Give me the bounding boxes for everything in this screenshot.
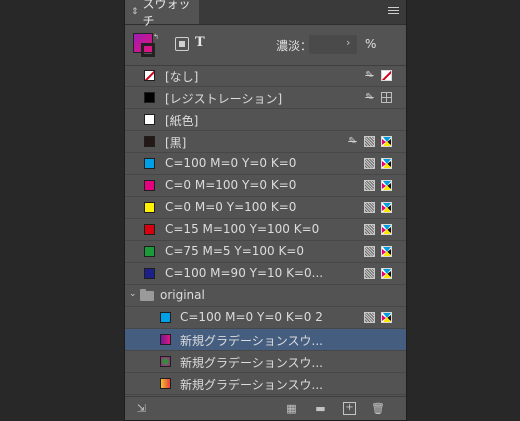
process-icon bbox=[364, 246, 375, 257]
swatch-label: [黒] bbox=[165, 136, 187, 150]
swatch-icons bbox=[364, 246, 392, 257]
process-icon bbox=[364, 312, 375, 323]
swatch-view-icon[interactable]: ▦ bbox=[285, 402, 298, 415]
swatch-list: [なし] ✎ [レジストレーション] ✎ [紙色] [黒] ✎ C=100 M=0 Y=0 K… bbox=[125, 65, 406, 395]
swatch-icons bbox=[364, 158, 392, 169]
swatch-label: [なし] bbox=[165, 70, 199, 84]
group-disclosure-icon[interactable]: ⌄ bbox=[129, 289, 137, 299]
swatch-chip bbox=[144, 158, 155, 169]
swatch-row[interactable]: 新規グラデーションスウ... bbox=[125, 329, 406, 351]
swatch-row[interactable]: C=100 M=0 Y=0 K=0 2 bbox=[125, 307, 406, 329]
new-color-group-icon[interactable]: ▬ bbox=[314, 402, 327, 415]
noedit-icon: ✎ bbox=[365, 92, 374, 103]
swatch-row[interactable]: [黒] ✎ bbox=[125, 131, 406, 153]
swatch-label: C=100 M=90 Y=10 K=0... bbox=[165, 266, 324, 280]
swatch-icons bbox=[364, 268, 392, 279]
cmyk-icon bbox=[381, 224, 392, 235]
formatting-container-button[interactable] bbox=[175, 37, 189, 51]
process-icon bbox=[364, 136, 375, 147]
swatch-label: C=75 M=5 Y=100 K=0 bbox=[165, 244, 305, 258]
swatch-row[interactable]: 新規グラデーションスウ... bbox=[125, 373, 406, 395]
swatch-chip bbox=[144, 268, 155, 279]
collapse-chevron-icon[interactable]: ⇕ bbox=[131, 7, 139, 17]
swatch-label: 新規グラデーションスウ... bbox=[180, 356, 323, 370]
panel-menu-icon[interactable] bbox=[388, 7, 399, 17]
registration-mode-icon bbox=[381, 92, 392, 103]
tint-label: 濃淡： bbox=[276, 39, 313, 53]
process-icon bbox=[364, 180, 375, 191]
swatch-chip bbox=[144, 92, 155, 103]
swatch-row[interactable]: C=0 M=100 Y=0 K=0 bbox=[125, 175, 406, 197]
formatting-text-button[interactable]: T bbox=[195, 35, 205, 50]
swatch-label: [レジストレーション] bbox=[165, 92, 283, 106]
swatch-row[interactable]: [なし] ✎ bbox=[125, 65, 406, 87]
swatch-chip bbox=[144, 136, 155, 147]
cmyk-icon bbox=[381, 268, 392, 279]
swatch-chip bbox=[160, 312, 171, 323]
cmyk-icon bbox=[381, 312, 392, 323]
swatch-chip bbox=[144, 246, 155, 257]
swatch-chip bbox=[144, 114, 155, 125]
process-icon bbox=[364, 202, 375, 213]
swatch-icons bbox=[364, 224, 392, 235]
noedit-icon: ✎ bbox=[365, 70, 374, 81]
group-label: original bbox=[160, 288, 205, 302]
swatch-chip bbox=[160, 378, 171, 389]
show-swatch-kinds-icon[interactable]: ⇲ bbox=[135, 402, 148, 415]
swatch-row[interactable]: C=75 M=5 Y=100 K=0 bbox=[125, 241, 406, 263]
swatch-label: C=100 M=0 Y=0 K=0 bbox=[165, 156, 297, 170]
swatch-row[interactable]: [紙色] bbox=[125, 109, 406, 131]
swatch-icons bbox=[364, 180, 392, 191]
swatch-label: C=0 M=0 Y=100 K=0 bbox=[165, 200, 297, 214]
panel-footer: ⇲ ▦ ▬ + 🗑 bbox=[125, 396, 406, 421]
folder-icon bbox=[140, 289, 154, 301]
none-mode-icon bbox=[381, 70, 392, 81]
swatch-icons: ✎ bbox=[364, 92, 392, 103]
cmyk-icon bbox=[381, 246, 392, 257]
swatch-label: C=0 M=100 Y=0 K=0 bbox=[165, 178, 297, 192]
swatch-chip bbox=[160, 334, 171, 345]
swatch-chip bbox=[160, 356, 171, 367]
swatch-row[interactable]: C=15 M=100 Y=100 K=0 bbox=[125, 219, 406, 241]
swatch-label: 新規グラデーションスウ... bbox=[180, 378, 323, 392]
swatch-chip bbox=[144, 224, 155, 235]
swatch-icons: ✎ bbox=[364, 70, 392, 81]
noedit-icon: ✎ bbox=[348, 136, 357, 147]
swatch-icons bbox=[364, 312, 392, 323]
swatch-chip bbox=[144, 70, 155, 81]
delete-swatch-icon[interactable]: 🗑 bbox=[371, 402, 385, 415]
swatch-row[interactable]: 新規グラデーションスウ... bbox=[125, 351, 406, 373]
tint-slider-arrow-icon[interactable]: › bbox=[346, 36, 350, 49]
swatch-row[interactable]: C=100 M=0 Y=0 K=0 bbox=[125, 153, 406, 175]
swatch-label: 新規グラデーションスウ... bbox=[180, 334, 323, 348]
process-icon bbox=[364, 268, 375, 279]
swatches-panel: ⇕ スウォッチ ↰ T 濃淡： › % [なし] ✎ [レジストレーション] ✎ [紙色… bbox=[125, 0, 406, 420]
cmyk-icon bbox=[381, 136, 392, 147]
swap-fill-stroke-icon[interactable]: ↰ bbox=[153, 33, 159, 41]
swatch-controls: ↰ T 濃淡： › % bbox=[125, 25, 406, 66]
panel-tab-bar: ⇕ スウォッチ bbox=[125, 0, 406, 28]
swatch-row[interactable]: C=0 M=0 Y=100 K=0 bbox=[125, 197, 406, 219]
fill-stroke-selector[interactable]: ↰ bbox=[133, 33, 159, 59]
swatch-label: C=100 M=0 Y=0 K=0 2 bbox=[180, 310, 323, 324]
cmyk-icon bbox=[381, 158, 392, 169]
swatch-icons bbox=[364, 202, 392, 213]
swatch-chip bbox=[144, 202, 155, 213]
swatch-row[interactable]: [レジストレーション] ✎ bbox=[125, 87, 406, 109]
swatch-label: C=15 M=100 Y=100 K=0 bbox=[165, 222, 320, 236]
process-icon bbox=[364, 158, 375, 169]
new-swatch-icon[interactable]: + bbox=[343, 402, 356, 415]
cmyk-icon bbox=[381, 202, 392, 213]
stroke-swatch[interactable] bbox=[141, 43, 155, 57]
swatch-chip bbox=[144, 180, 155, 191]
tint-percent: % bbox=[365, 37, 377, 51]
process-icon bbox=[364, 224, 375, 235]
cmyk-icon bbox=[381, 180, 392, 191]
swatch-label: [紙色] bbox=[165, 114, 199, 128]
color-group-row[interactable]: ⌄ original bbox=[125, 285, 406, 307]
tab-swatches[interactable]: ⇕ スウォッチ bbox=[125, 0, 199, 28]
swatch-row[interactable]: C=100 M=90 Y=10 K=0... bbox=[125, 263, 406, 285]
swatch-icons: ✎ bbox=[347, 136, 392, 147]
